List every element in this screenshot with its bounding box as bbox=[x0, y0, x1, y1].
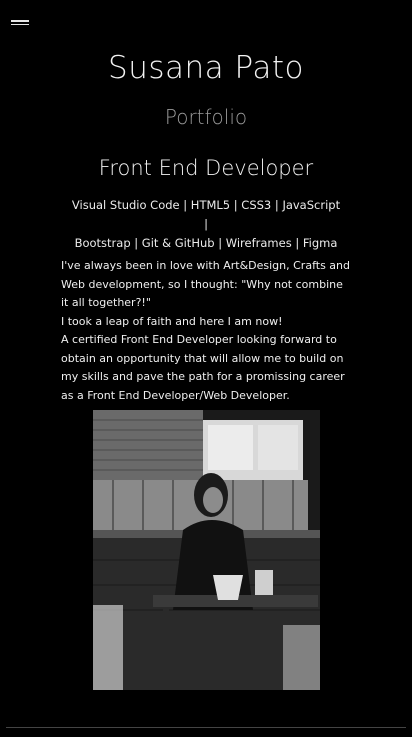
page-subtitle: Portfolio bbox=[164, 105, 248, 129]
skills-line-2: Bootstrap | Git & GitHub | Wireframes | … bbox=[74, 236, 338, 250]
profile-photo bbox=[93, 410, 320, 690]
menu-line bbox=[11, 20, 29, 22]
bio-paragraph-2: I took a leap of faith and here I am now… bbox=[61, 314, 283, 328]
section-divider bbox=[6, 727, 406, 728]
skills-list: Visual Studio Code | HTML5 | CSS3 | Java… bbox=[70, 196, 342, 253]
menu-line bbox=[11, 23, 29, 25]
skills-line-1: Visual Studio Code | HTML5 | CSS3 | Java… bbox=[71, 198, 341, 231]
hamburger-menu-icon[interactable] bbox=[11, 20, 29, 28]
page-title: Susana Pato bbox=[108, 50, 304, 86]
profile-photo-image bbox=[93, 410, 320, 690]
bio-text: I've always been in love with Art&Design… bbox=[61, 257, 353, 405]
bio-paragraph-1: I've always been in love with Art&Design… bbox=[61, 259, 350, 309]
role-heading: Front End Developer bbox=[98, 156, 314, 180]
bio-paragraph-3: A certified Front End Developer looking … bbox=[61, 333, 345, 402]
